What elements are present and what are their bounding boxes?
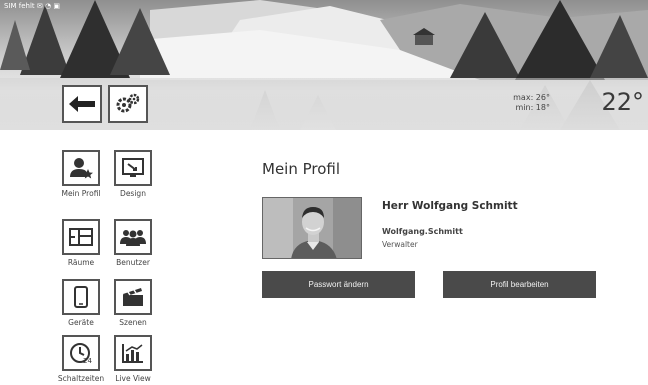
sidebar-item-design[interactable]: Design (108, 150, 158, 198)
edit-profile-button[interactable]: Profil bearbeiten (443, 271, 596, 298)
smartphone-icon (74, 286, 88, 308)
sidebar-item-label: Mein Profil (61, 189, 101, 198)
profile-role: Verwalter (382, 240, 418, 249)
max-temperature: max: 26° (513, 93, 550, 102)
back-button[interactable] (62, 85, 102, 123)
users-icon (120, 230, 146, 246)
sidebar-item-label: Geräte (68, 318, 94, 327)
arrow-left-icon (69, 96, 95, 112)
min-max-temperature: max: 26° min: 18° (480, 93, 550, 113)
profile-username: Wolfgang.Schmitt (382, 227, 463, 236)
avatar (263, 198, 361, 258)
sidebar-item-label: Live View (115, 374, 151, 383)
sidebar-item-label: Design (120, 189, 146, 198)
clapperboard-icon-frame (114, 279, 152, 315)
settings-button[interactable] (108, 85, 148, 123)
gears-icon (116, 93, 140, 113)
sidebar-item-label: Benutzer (116, 258, 150, 267)
status-bar: SIM fehlt ✉ ◔ ▣ (4, 2, 60, 10)
floorplan-icon-frame (62, 219, 100, 255)
sidebar-item-szenen[interactable]: Szenen (108, 279, 158, 327)
sidebar-item-schaltzeiten[interactable]: 24 Schaltzeiten (56, 335, 106, 383)
bar-chart-icon (122, 344, 143, 363)
users-icon-frame (114, 219, 152, 255)
sidebar-item-benutzer[interactable]: Benutzer (108, 219, 158, 267)
current-temperature: 22° (601, 88, 644, 116)
bar-chart-icon-frame (114, 335, 152, 371)
sidebar-item-label: Schaltzeiten (57, 374, 105, 383)
min-temperature: min: 18° (515, 103, 550, 112)
clock-24-icon-frame: 24 (62, 335, 100, 371)
svg-text:24: 24 (83, 357, 92, 364)
clock-24-icon: 24 (70, 343, 92, 364)
sidebar-item-geraete[interactable]: Geräte (56, 279, 106, 327)
sidebar-item-label: Räume (67, 258, 95, 267)
page-title: Mein Profil (262, 160, 341, 178)
change-password-button[interactable]: Passwort ändern (262, 271, 415, 298)
sidebar-item-live-view[interactable]: Live View (108, 335, 158, 383)
sidebar-item-raeume[interactable]: Räume (56, 219, 106, 267)
user-star-icon (70, 158, 93, 179)
header-banner: SIM fehlt ✉ ◔ ▣ max: 26° min: 18° 22° (0, 0, 648, 130)
user-star-icon-frame (62, 150, 100, 186)
design-icon-frame (114, 150, 152, 186)
clapperboard-icon (123, 288, 143, 306)
design-icon (122, 158, 144, 177)
sidebar-item-mein-profil[interactable]: Mein Profil (56, 150, 106, 198)
smartphone-icon-frame (62, 279, 100, 315)
profile-photo (262, 197, 362, 259)
floorplan-icon (69, 228, 93, 246)
sidebar-item-label: Szenen (119, 318, 147, 327)
profile-name: Herr Wolfgang Schmitt (382, 200, 518, 212)
